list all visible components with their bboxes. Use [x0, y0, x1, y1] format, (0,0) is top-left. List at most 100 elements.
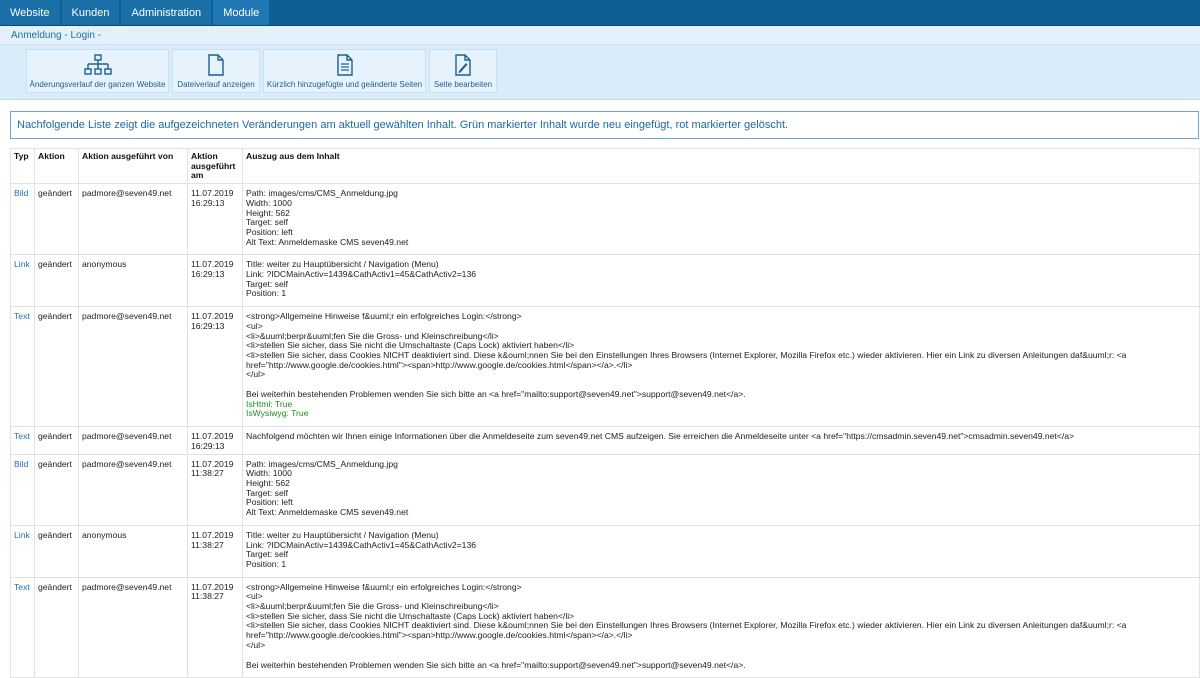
table-row: Link geändert anonymous 11.07.2019 16:29:13 T…	[10, 254, 1200, 308]
info-message: Nachfolgende Liste zeigt die aufgezeichn…	[10, 111, 1199, 139]
cell-spacer	[246, 518, 1196, 523]
typ-link[interactable]: Bild	[14, 188, 28, 198]
time: 11:38:27	[191, 468, 224, 479]
content-line: Height: 562	[246, 207, 290, 218]
cell-aktion: geändert	[34, 453, 79, 526]
site-history-button[interactable]: Änderungsverlauf der ganzen Website	[26, 49, 169, 93]
content-line: Bei weiterhin bestehenden Problemen wend…	[246, 659, 746, 670]
tab-kunden[interactable]: Kunden	[61, 0, 120, 25]
table-row: Link geändert anonymous 11.07.2019 11:38:27 T…	[10, 524, 1200, 578]
cell-aktion: geändert	[34, 306, 79, 428]
content-line: <li>stellen Sie sicher, dass Cookies NIC…	[246, 349, 1129, 370]
table-row: Text geändert padmore@seven49.net 11.07.201…	[10, 306, 1200, 428]
typ-link[interactable]: Link	[14, 259, 30, 269]
content-line: Nachfolgend möchten wir Ihnen einige Inf…	[246, 431, 1075, 442]
content-line: </ul>	[246, 369, 266, 380]
cell-von: padmore@seven49.net	[78, 453, 188, 526]
cell-aktion: geändert	[34, 576, 79, 678]
content-line: Alt Text: Anmeldemaske CMS seven49.net	[246, 507, 409, 518]
top-navigation: Website Kunden Administration Module	[0, 0, 1200, 26]
edit-page-icon	[455, 54, 471, 76]
cell-auszug: Title: weiter zu Hauptübersicht / Naviga…	[242, 524, 1200, 578]
file-icon	[208, 54, 224, 76]
document-lines-icon	[336, 54, 353, 76]
content-line: Alt Text: Anmeldemaske CMS seven49.net	[246, 236, 409, 247]
content-line: Position: 1	[246, 558, 287, 569]
cell-auszug: Nachfolgend möchten wir Ihnen einige Inf…	[242, 426, 1200, 455]
table-header-row: Typ Aktion Aktion ausgeführt von Aktion …	[10, 147, 1200, 185]
typ-link[interactable]: Bild	[14, 459, 28, 469]
sitemap-icon	[83, 54, 112, 75]
time: 11:38:27	[191, 591, 224, 602]
cell-spacer	[246, 419, 1196, 424]
cell-am: 11.07.2019 11:38:27	[187, 576, 243, 678]
cell-typ: Text	[10, 306, 35, 428]
typ-link[interactable]: Text	[14, 311, 30, 321]
edit-page-label: Seite bearbeiten	[433, 80, 493, 89]
time: 11:38:27	[191, 539, 224, 550]
edit-page-button[interactable]: Seite bearbeiten	[429, 49, 497, 93]
content-line: Position: 1	[246, 288, 287, 299]
content-line: Path: images/cms/CMS_Anmeldung.jpg	[246, 188, 398, 199]
header-typ: Typ	[10, 147, 35, 185]
cell-typ: Bild	[10, 183, 35, 256]
header-am: Aktion ausgeführt am	[187, 147, 243, 185]
content-line: Height: 562	[246, 477, 290, 488]
cell-spacer	[246, 247, 1196, 252]
tab-administration[interactable]: Administration	[121, 0, 212, 25]
content-line: Link: ?IDCMainActiv=1439&CathActiv1=45&C…	[246, 539, 477, 550]
table-row: Bild geändert padmore@seven49.net 11.07.201…	[10, 453, 1200, 526]
cell-auszug: Path: images/cms/CMS_Anmeldung.jpg Width:…	[242, 453, 1200, 526]
file-history-button[interactable]: Dateiverlauf anzeigen	[172, 49, 260, 93]
cell-auszug: Path: images/cms/CMS_Anmeldung.jpg Width:…	[242, 183, 1200, 256]
time: 16:29:13	[191, 320, 225, 331]
typ-link[interactable]: Link	[14, 530, 30, 540]
time: 16:29:13	[191, 269, 225, 280]
cell-typ: Link	[10, 254, 35, 308]
cell-typ: Link	[10, 524, 35, 578]
cell-auszug: <strong>Allgemeine Hinweise f&uuml;r ein…	[242, 306, 1200, 428]
table-row: Text geändert padmore@seven49.net 11.07.201…	[10, 426, 1200, 455]
tab-module[interactable]: Module	[213, 0, 270, 25]
inserted-line: IsHtml: True	[246, 398, 293, 409]
cell-von: anonymous	[78, 524, 188, 578]
cell-typ: Text	[10, 576, 35, 678]
inserted-line: IsWysiwyg: True	[246, 408, 309, 419]
typ-link[interactable]: Text	[14, 431, 30, 441]
cell-spacer	[246, 299, 1196, 304]
cell-auszug: <strong>Allgemeine Hinweise f&uuml;r ein…	[242, 576, 1200, 678]
cell-aktion: geändert	[34, 524, 79, 578]
content-line: Target: self	[246, 278, 289, 289]
time: 16:29:13	[191, 440, 225, 451]
changes-table: Typ Aktion Aktion ausgeführt von Aktion …	[10, 147, 1200, 678]
header-aktion: Aktion	[34, 147, 79, 185]
typ-link[interactable]: Text	[14, 582, 30, 592]
cell-aktion: geändert	[34, 254, 79, 308]
cell-spacer	[246, 570, 1196, 575]
content-line: </ul>	[246, 639, 266, 650]
cell-von: padmore@seven49.net	[78, 576, 188, 678]
content-line: Bei weiterhin bestehenden Problemen wend…	[246, 389, 746, 400]
content-line: Target: self	[246, 549, 289, 560]
content-line: <strong>Allgemeine Hinweise f&uuml;r ein…	[246, 581, 522, 592]
cell-spacer	[246, 442, 1196, 447]
tab-website[interactable]: Website	[0, 0, 60, 25]
cell-am: 11.07.2019 16:29:13	[187, 426, 243, 455]
table-row: Bild geändert padmore@seven49.net 11.07.201…	[10, 183, 1200, 256]
content-line: <li>stellen Sie sicher, dass Cookies NIC…	[246, 620, 1129, 641]
cell-aktion: geändert	[34, 426, 79, 455]
table-row: Text geändert padmore@seven49.net 11.07.201…	[10, 576, 1200, 678]
header-von: Aktion ausgeführt von	[78, 147, 188, 185]
content-line: Link: ?IDCMainActiv=1439&CathActiv1=45&C…	[246, 269, 477, 280]
cell-auszug: Title: weiter zu Hauptübersicht / Naviga…	[242, 254, 1200, 308]
recent-pages-label: Kürzlich hinzugefügte und geänderte Seit…	[266, 80, 423, 89]
recent-pages-button[interactable]: Kürzlich hinzugefügte und geänderte Seit…	[263, 49, 426, 93]
cell-von: anonymous	[78, 254, 188, 308]
cell-typ: Text	[10, 426, 35, 455]
content-line: Path: images/cms/CMS_Anmeldung.jpg	[246, 458, 398, 469]
file-history-label: Dateiverlauf anzeigen	[177, 80, 255, 89]
cell-aktion: geändert	[34, 183, 79, 256]
table-body: Bild geändert padmore@seven49.net 11.07.201…	[10, 183, 1200, 678]
header-auszug: Auszug aus dem Inhalt	[242, 147, 1200, 185]
breadcrumb-text[interactable]: Anmeldung - Login -	[11, 30, 101, 41]
